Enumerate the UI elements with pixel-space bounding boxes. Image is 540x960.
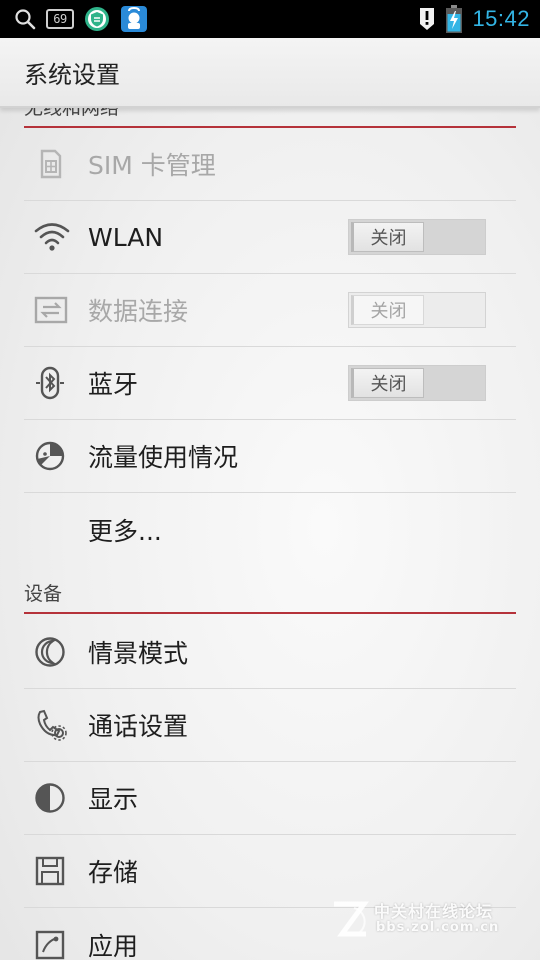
wifi-icon [24,201,88,274]
forum-watermark: 中关村在线论坛 bbs.zol.com.cn [330,898,518,942]
page-title: 系统设置 [24,60,120,89]
battery-charging-icon [446,5,463,33]
section-header-wireless: 无线和网络 [24,108,516,128]
data-connection-toggle[interactable]: 关闭 [348,292,486,328]
section-header-device: 设备 [24,583,516,614]
settings-item-profiles[interactable]: 情景模式 [24,616,516,689]
settings-item-label: 应用 [88,931,139,960]
profile-moon-icon [24,616,88,689]
notification-count-icon[interactable]: 69 [46,9,74,29]
data-toggle-state: 关闭 [351,295,424,325]
settings-item-label: 通话设置 [88,712,189,741]
settings-list[interactable]: 无线和网络 SIM 卡管理 WLAN 关闭 数据连接 关闭 蓝牙 关闭 流量使用… [0,108,540,960]
settings-item-label: WLAN [88,222,164,252]
settings-item-label: 更多... [88,516,162,546]
settings-item-more[interactable]: 更多... [24,493,516,566]
watermark-name: 中关村在线论坛 [374,902,494,921]
wlan-toggle-state: 关闭 [351,222,424,252]
settings-item-data-usage[interactable]: 流量使用情况 [24,420,516,493]
settings-item-bluetooth[interactable]: 蓝牙 关闭 [24,347,516,420]
bluetooth-icon [24,347,88,420]
storage-icon [24,835,88,908]
clock: 15:42 [472,6,530,31]
apps-icon [24,908,88,960]
bluetooth-toggle-state: 关闭 [351,368,424,398]
settings-item-display[interactable]: 显示 [24,762,516,835]
display-icon [24,762,88,835]
search-icon[interactable] [14,8,36,30]
settings-item-label: 存储 [88,858,139,887]
data-transfer-icon [24,274,88,347]
security-shield-icon[interactable] [84,6,110,32]
settings-item-label: SIM 卡管理 [88,151,216,180]
sim-card-icon [24,128,88,201]
settings-item-label: 显示 [88,785,139,814]
settings-item-label: 蓝牙 [88,370,139,399]
settings-item-label: 数据连接 [88,297,189,326]
bluetooth-toggle[interactable]: 关闭 [348,365,486,401]
settings-item-sim[interactable]: SIM 卡管理 [24,128,516,201]
notification-count: 69 [46,9,74,29]
alert-icon [418,7,436,31]
zol-logo-icon [334,901,369,937]
settings-item-call[interactable]: 通话设置 [24,689,516,762]
status-bar: 69 15:42 [0,0,540,38]
settings-item-label: 情景模式 [88,639,189,668]
action-bar: 系统设置 [0,38,540,108]
wlan-toggle[interactable]: 关闭 [348,219,486,255]
call-settings-icon [24,689,88,762]
watermark-url: bbs.zol.com.cn [376,920,500,935]
app-store-icon[interactable] [120,5,148,33]
data-usage-icon [24,420,88,493]
settings-item-wlan[interactable]: WLAN 关闭 [24,201,516,274]
settings-item-data-connection[interactable]: 数据连接 关闭 [24,274,516,347]
settings-item-label: 流量使用情况 [88,443,239,472]
